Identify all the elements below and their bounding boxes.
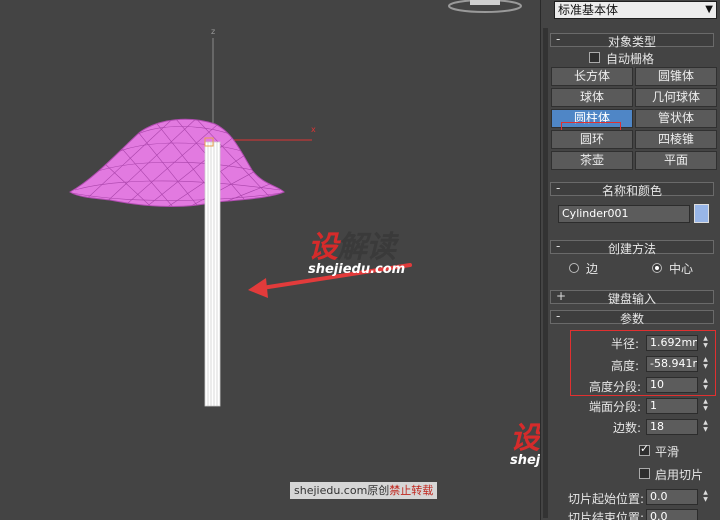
watermark-url: shejiedu.com: [510, 453, 540, 468]
pyramid-button[interactable]: 四棱锥: [635, 130, 717, 149]
perspective-viewport[interactable]: z x 设解读 shejiedu.com 设 shej shejiedu.com…: [0, 0, 540, 520]
slice-from-label: 切片起始位置:: [568, 492, 645, 506]
cap-segments-label: 端面分段:: [589, 400, 642, 414]
edge-radio[interactable]: [569, 263, 579, 273]
sides-spinner[interactable]: ▲ ▼: [701, 419, 710, 435]
object-color-swatch[interactable]: [694, 204, 709, 223]
rollout-name-color[interactable]: - 名称和颜色: [550, 181, 714, 198]
cap-segments-input[interactable]: 1: [646, 398, 698, 414]
rollout-keyboard-entry[interactable]: + 键盘输入: [550, 289, 714, 306]
height-segments-label: 高度分段:: [589, 380, 642, 394]
command-panel: 标准基本体 ▼ - 对象类型 自动栅格 长方体 圆锥体 球体 几何球体 圆柱体 …: [540, 0, 720, 520]
cylinder-object[interactable]: [204, 137, 221, 407]
radius-spinner[interactable]: ▲ ▼: [701, 335, 710, 351]
autogrid-label: 自动栅格: [606, 52, 655, 66]
radius-input[interactable]: 1.692mm: [646, 335, 698, 351]
rollout-title: 键盘输入: [607, 292, 656, 306]
height-segments-input[interactable]: 10: [646, 377, 698, 393]
watermark-char: 设: [510, 421, 540, 456]
sphere-button[interactable]: 球体: [551, 88, 633, 107]
x-axis-label: x: [311, 125, 316, 134]
viewport-canvas: z x: [60, 0, 522, 407]
rollout-object-type[interactable]: - 对象类型: [550, 32, 714, 49]
smooth-label: 平滑: [655, 445, 680, 459]
sides-label: 边数:: [613, 421, 642, 435]
plane-button[interactable]: 平面: [635, 151, 717, 170]
sides-input[interactable]: 18: [646, 419, 698, 435]
watermark-chars: 解读: [539, 421, 540, 456]
viewcube-base[interactable]: [470, 0, 500, 5]
object-category-dropdown[interactable]: 标准基本体 ▼: [554, 1, 717, 19]
teapot-button[interactable]: 茶壶: [551, 151, 633, 170]
credit-forbid: 禁止转载: [389, 484, 434, 497]
center-radio[interactable]: [652, 263, 662, 273]
watermark-chars: 解读: [337, 230, 396, 265]
watermark: 设解读 shejiedu.com: [308, 222, 405, 277]
torus-button[interactable]: 圆环: [551, 130, 633, 149]
slice-from-input[interactable]: 0.0: [646, 489, 698, 505]
rollout-parameters[interactable]: - 参数: [550, 309, 714, 326]
autogrid-checkbox[interactable]: [589, 52, 600, 63]
watermark-url: shejiedu.com: [308, 262, 406, 277]
radius-label: 半径:: [611, 337, 640, 351]
panel-scrollbar[interactable]: [543, 28, 548, 518]
box-button[interactable]: 长方体: [551, 67, 633, 86]
edge-label: 边: [586, 262, 599, 276]
chevron-down-icon: ▼: [705, 4, 713, 15]
slice-on-checkbox[interactable]: [639, 468, 650, 479]
slice-on-label: 启用切片: [655, 468, 704, 482]
credit-site: shejiedu.com原创: [294, 484, 390, 497]
watermark-2: 设解读 shejiedu.com: [510, 413, 540, 468]
object-name-field[interactable]: Cylinder001: [558, 205, 690, 223]
slice-to-label: 切片结束位置:: [568, 511, 645, 520]
rollout-title: 对象类型: [607, 35, 656, 49]
geosphere-button[interactable]: 几何球体: [635, 88, 717, 107]
height-label: 高度:: [611, 359, 640, 373]
height-spinner[interactable]: ▲ ▼: [701, 356, 710, 372]
slice-to-input[interactable]: 0.0: [646, 509, 698, 520]
dropdown-value: 标准基本体: [558, 3, 619, 17]
smooth-checkbox[interactable]: [639, 442, 650, 456]
tube-button[interactable]: 管状体: [635, 109, 717, 128]
height-segments-spinner[interactable]: ▲ ▼: [701, 377, 710, 393]
mushroom-cap-mesh[interactable]: [60, 110, 300, 215]
rollout-creation-method[interactable]: - 创建方法: [550, 239, 714, 256]
credit-banner: shejiedu.com原创禁止转载: [290, 482, 438, 499]
z-axis-label: z: [211, 27, 215, 36]
slice-from-spinner[interactable]: ▲ ▼: [701, 489, 710, 505]
watermark-char: 设: [308, 230, 338, 265]
rollout-title: 名称和颜色: [601, 184, 662, 198]
rollout-title: 参数: [619, 312, 644, 326]
height-input[interactable]: -58.941mm: [646, 356, 698, 372]
rollout-title: 创建方法: [607, 242, 656, 256]
cone-button[interactable]: 圆锥体: [635, 67, 717, 86]
center-label: 中心: [669, 262, 694, 276]
cap-segments-spinner[interactable]: ▲ ▼: [701, 398, 710, 414]
